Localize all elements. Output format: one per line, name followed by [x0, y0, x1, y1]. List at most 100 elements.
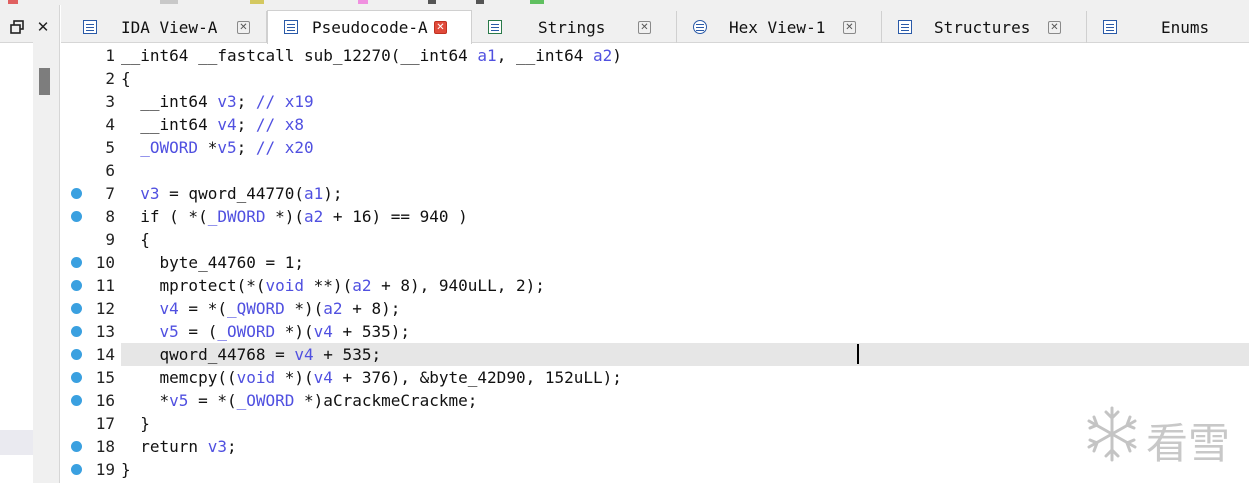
line-number: 15	[95, 368, 115, 387]
code-line[interactable]: 7 v3 = qword_44770(a1);	[61, 182, 1249, 205]
tab-bar: IDA View-A ✕ Pseudocode-A ✕ Strings ✕ He…	[61, 5, 1249, 44]
tab-label: Pseudocode-A	[312, 18, 428, 37]
breakpoint-dot-icon[interactable]	[71, 303, 82, 314]
line-number: 19	[95, 460, 115, 479]
tab-enums[interactable]: Enums	[1087, 11, 1249, 43]
line-number: 17	[95, 414, 115, 433]
strip-mark	[428, 0, 436, 4]
code-text: byte_44760 = 1;	[121, 253, 305, 272]
code-line[interactable]: 15 memcpy((void *)(v4 + 376), &byte_42D9…	[61, 366, 1249, 389]
breakpoint-dot-icon[interactable]	[71, 280, 82, 291]
strip-mark	[358, 0, 368, 4]
code-line[interactable]: 13 v5 = (_OWORD *)(v4 + 535);	[61, 320, 1249, 343]
close-tab-icon[interactable]: ✕	[638, 21, 651, 34]
tab-label: Strings	[538, 18, 606, 37]
code-line[interactable]: 5 _OWORD *v5; // x20	[61, 136, 1249, 159]
code-line[interactable]: 8 if ( *(_DWORD *)(a2 + 16) == 940 )	[61, 205, 1249, 228]
line-number: 11	[95, 276, 115, 295]
watermark-text: 看雪	[1146, 419, 1231, 468]
code-line[interactable]: 11 mprotect(*(void **)(a2 + 8), 940uLL, …	[61, 274, 1249, 297]
selected-function-row[interactable]	[0, 430, 33, 455]
breakpoint-dot-icon[interactable]	[71, 395, 82, 406]
line-number: 5	[105, 138, 115, 157]
close-icon[interactable]: ✕	[32, 17, 54, 37]
tab-label: Enums	[1161, 18, 1210, 37]
line-number: 10	[95, 253, 115, 272]
breakpoint-dot-icon[interactable]	[71, 464, 82, 475]
code-text: {	[121, 69, 131, 88]
code-text: _OWORD *v5; // x20	[140, 138, 314, 157]
code-text: v3 = qword_44770(a1);	[140, 184, 343, 203]
code-line[interactable]: 16 *v5 = *(_OWORD *)aCrackmeCrackme;	[61, 389, 1249, 412]
close-tab-icon[interactable]: ✕	[1048, 21, 1061, 34]
code-line[interactable]: 9 {	[61, 228, 1249, 251]
code-text: {	[121, 230, 150, 249]
code-text: qword_44768 = v4 + 535;	[121, 345, 382, 364]
enums-icon	[1103, 20, 1117, 34]
code-text: return v3;	[121, 437, 237, 456]
line-number: 9	[105, 230, 115, 249]
breakpoint-dot-icon[interactable]	[71, 211, 82, 222]
tab-label: IDA View-A	[121, 18, 218, 37]
code-text: v5 = (_OWORD *)(v4 + 535);	[159, 322, 410, 341]
code-text: __int64 __fastcall sub_12270(__int64 a1,…	[121, 46, 622, 65]
functions-list[interactable]	[0, 42, 33, 483]
code-line[interactable]: 4 __int64 v4; // x8	[61, 113, 1249, 136]
code-text: }	[121, 460, 131, 479]
tab-label: Structures	[934, 18, 1031, 37]
hex-view-icon	[693, 20, 707, 34]
line-number: 13	[95, 322, 115, 341]
line-number: 1	[105, 46, 115, 65]
line-number: 16	[95, 391, 115, 410]
code-text: v4 = *(_QWORD *)(a2 + 8);	[159, 299, 401, 318]
structures-icon	[898, 20, 912, 34]
tab-pseudocode-a[interactable]: Pseudocode-A ✕	[267, 10, 472, 44]
code-line[interactable]: 1 __int64 __fastcall sub_12270(__int64 a1…	[61, 44, 1249, 67]
breakpoint-dot-icon[interactable]	[71, 188, 82, 199]
breakpoint-dot-icon[interactable]	[71, 349, 82, 360]
line-number: 2	[105, 69, 115, 88]
breakpoint-dot-icon[interactable]	[71, 372, 82, 383]
code-text: memcpy((void *)(v4 + 376), &byte_42D90, …	[121, 368, 622, 387]
tab-ida-view-a[interactable]: IDA View-A ✕	[67, 11, 267, 43]
breakpoint-dot-icon[interactable]	[71, 441, 82, 452]
strip-mark	[476, 0, 484, 4]
tab-strings[interactable]: Strings ✕	[472, 11, 677, 43]
code-text: __int64 v4; // x8	[121, 115, 305, 134]
snowflake-icon	[1087, 406, 1137, 462]
code-line[interactable]: 10 byte_44760 = 1;	[61, 251, 1249, 274]
functions-panel: ✕	[0, 5, 60, 483]
close-tab-icon[interactable]: ✕	[434, 21, 447, 34]
close-tab-icon[interactable]: ✕	[237, 21, 250, 34]
tab-hex-view-1[interactable]: Hex View-1 ✕	[677, 11, 882, 43]
code-text: *v5 = *(_OWORD *)aCrackmeCrackme;	[121, 391, 478, 410]
graph-view-icon	[83, 20, 97, 34]
restore-icon[interactable]	[6, 17, 28, 37]
code-text: mprotect(*(void **)(a2 + 8), 940uLL, 2);	[121, 276, 545, 295]
breakpoint-dot-icon[interactable]	[71, 326, 82, 337]
close-tab-icon[interactable]: ✕	[843, 21, 856, 34]
code-line[interactable]: 3 __int64 v3; // x19	[61, 90, 1249, 113]
line-number: 6	[105, 161, 115, 180]
code-line[interactable]: 18 return v3;	[61, 435, 1249, 458]
line-number: 18	[95, 437, 115, 456]
line-number: 8	[105, 207, 115, 226]
tab-label: Hex View-1	[729, 18, 826, 37]
code-line[interactable]: 2{	[61, 67, 1249, 90]
code-line[interactable]: 19}	[61, 458, 1249, 481]
line-number: 7	[105, 184, 115, 203]
code-line[interactable]: 6	[61, 159, 1249, 182]
code-line[interactable]: 17 }	[61, 412, 1249, 435]
code-line[interactable]: 14 qword_44768 = v4 + 535;	[61, 343, 1249, 366]
code-text: __int64 v3; // x19	[121, 92, 314, 111]
tab-structures[interactable]: Structures ✕	[882, 11, 1087, 43]
breakpoint-dot-icon[interactable]	[71, 257, 82, 268]
pseudocode-icon	[284, 20, 298, 34]
code-text: if ( *(_DWORD *)(a2 + 16) == 940 )	[121, 207, 468, 226]
pseudocode-view[interactable]: 1 __int64 __fastcall sub_12270(__int64 a1…	[61, 44, 1249, 483]
strip-mark	[8, 0, 18, 4]
code-line[interactable]: 12 v4 = *(_QWORD *)(a2 + 8);	[61, 297, 1249, 320]
strip-mark	[160, 0, 178, 4]
line-number: 14	[95, 345, 115, 364]
scrollbar-thumb[interactable]	[39, 68, 50, 95]
